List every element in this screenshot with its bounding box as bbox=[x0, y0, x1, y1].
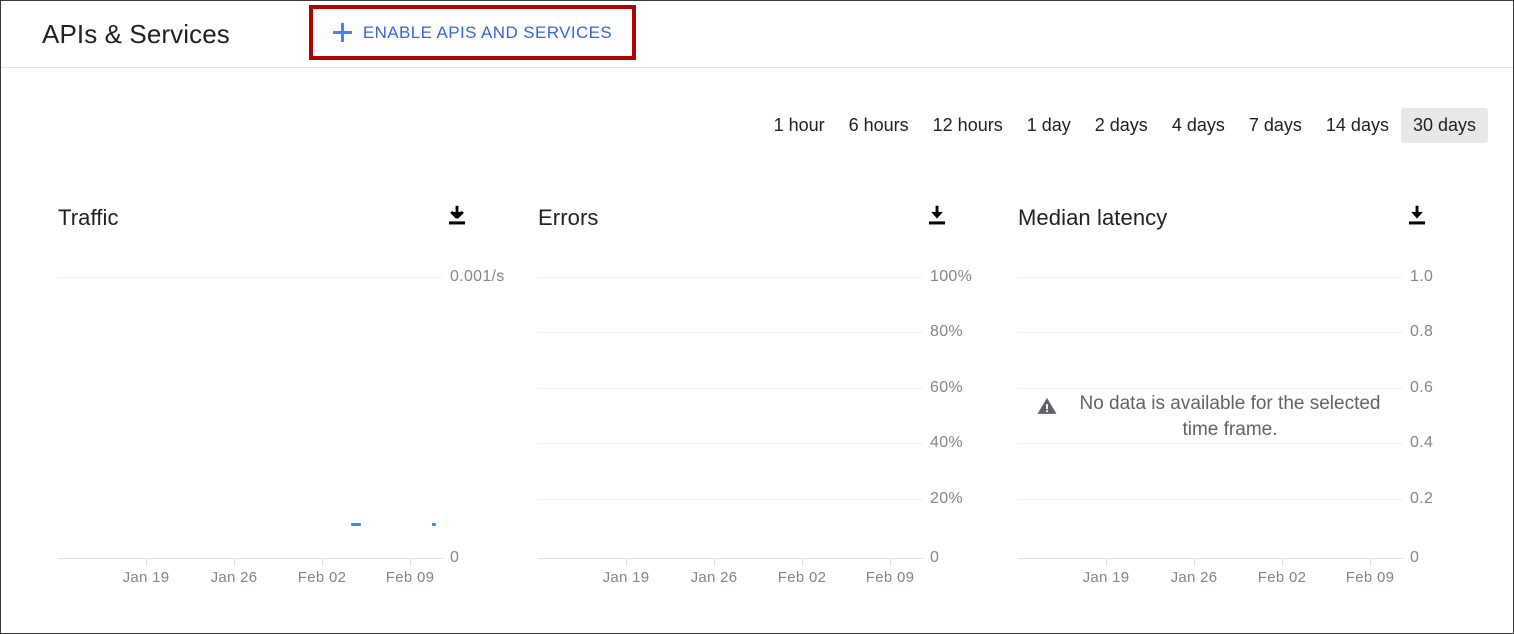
x-tick-label: Feb 02 bbox=[778, 569, 827, 586]
download-icon[interactable] bbox=[444, 203, 470, 229]
errors-chart-title: Errors bbox=[538, 205, 599, 231]
time-range-selector: 1 hour 6 hours 12 hours 1 day 2 days 4 d… bbox=[762, 108, 1488, 143]
time-range-option-30-days[interactable]: 30 days bbox=[1401, 108, 1488, 143]
y-tick-label: 0 bbox=[1410, 549, 1419, 567]
time-range-option-1-day[interactable]: 1 day bbox=[1015, 108, 1083, 143]
gridline bbox=[538, 277, 923, 278]
gridline bbox=[58, 277, 443, 278]
median-latency-plot-area: 1.0 0.8 0.6 0.4 0.2 0 Jan 19 Jan 26 Feb … bbox=[1018, 277, 1403, 559]
x-tick-mark bbox=[234, 559, 235, 566]
x-tick-label: Feb 02 bbox=[1258, 569, 1307, 586]
page-header: APIs & Services ENABLE APIS AND SERVICES bbox=[1, 1, 1513, 68]
x-tick-label: Feb 09 bbox=[386, 569, 435, 586]
x-tick-label: Jan 19 bbox=[603, 569, 650, 586]
x-tick-mark bbox=[410, 559, 411, 566]
y-tick-label: 0.001/s bbox=[450, 268, 505, 286]
gridline bbox=[538, 332, 923, 333]
gridline bbox=[538, 443, 923, 444]
x-tick-label: Feb 09 bbox=[866, 569, 915, 586]
y-tick-label: 0.2 bbox=[1410, 490, 1433, 508]
enable-apis-highlight-box: ENABLE APIS AND SERVICES bbox=[309, 5, 636, 60]
x-axis-line bbox=[58, 558, 443, 559]
y-tick-label: 0.6 bbox=[1410, 379, 1433, 397]
y-tick-label: 100% bbox=[930, 268, 972, 286]
gridline bbox=[1018, 277, 1403, 278]
gridline bbox=[538, 499, 923, 500]
traffic-plot-area: 0.001/s 0 Jan 19 Jan 26 Feb 02 Feb 09 bbox=[58, 277, 443, 559]
time-range-option-6-hours[interactable]: 6 hours bbox=[837, 108, 921, 143]
gridline bbox=[1018, 332, 1403, 333]
gridline bbox=[538, 388, 923, 389]
median-latency-chart-title: Median latency bbox=[1018, 205, 1167, 231]
time-range-option-1-hour[interactable]: 1 hour bbox=[762, 108, 837, 143]
page-title: APIs & Services bbox=[42, 19, 230, 50]
x-tick-mark bbox=[714, 559, 715, 566]
y-tick-label: 0.4 bbox=[1410, 434, 1433, 452]
download-icon[interactable] bbox=[924, 203, 950, 229]
warning-triangle-icon bbox=[1036, 395, 1058, 417]
x-tick-mark bbox=[890, 559, 891, 566]
y-tick-label: 0.8 bbox=[1410, 323, 1433, 341]
enable-apis-button-label: ENABLE APIS AND SERVICES bbox=[363, 23, 612, 43]
x-tick-mark bbox=[802, 559, 803, 566]
time-range-option-2-days[interactable]: 2 days bbox=[1083, 108, 1160, 143]
gridline bbox=[1018, 443, 1403, 444]
x-tick-mark bbox=[1106, 559, 1107, 566]
no-data-message: No data is available for the selected ti… bbox=[1028, 389, 1398, 443]
x-tick-label: Jan 19 bbox=[1083, 569, 1130, 586]
time-range-option-4-days[interactable]: 4 days bbox=[1160, 108, 1237, 143]
y-tick-label: 0 bbox=[450, 549, 459, 567]
x-tick-mark bbox=[322, 559, 323, 566]
x-tick-mark bbox=[1370, 559, 1371, 566]
time-range-option-7-days[interactable]: 7 days bbox=[1237, 108, 1314, 143]
apis-services-page: APIs & Services ENABLE APIS AND SERVICES… bbox=[0, 0, 1514, 634]
time-range-option-14-days[interactable]: 14 days bbox=[1314, 108, 1401, 143]
x-tick-label: Jan 26 bbox=[1171, 569, 1218, 586]
y-tick-label: 1.0 bbox=[1410, 268, 1433, 286]
y-tick-label: 20% bbox=[930, 490, 963, 508]
enable-apis-and-services-button[interactable]: ENABLE APIS AND SERVICES bbox=[313, 9, 632, 56]
data-point-marker bbox=[432, 523, 436, 526]
data-point-marker bbox=[351, 523, 361, 526]
x-tick-mark bbox=[1282, 559, 1283, 566]
errors-plot-area: 100% 80% 60% 40% 20% 0 Jan 19 Jan 26 Feb… bbox=[538, 277, 923, 559]
x-tick-label: Jan 26 bbox=[211, 569, 258, 586]
x-tick-label: Jan 26 bbox=[691, 569, 738, 586]
x-tick-mark bbox=[626, 559, 627, 566]
download-icon[interactable] bbox=[1404, 203, 1430, 229]
median-latency-chart-card: Median latency 1.0 0.8 0.6 0.4 0. bbox=[1002, 191, 1482, 611]
x-axis-line bbox=[1018, 558, 1403, 559]
y-tick-label: 0 bbox=[930, 549, 939, 567]
x-tick-label: Jan 19 bbox=[123, 569, 170, 586]
time-range-option-12-hours[interactable]: 12 hours bbox=[921, 108, 1015, 143]
no-data-message-text: No data is available for the selected ti… bbox=[1070, 391, 1390, 443]
traffic-chart-title: Traffic bbox=[58, 205, 119, 231]
plus-icon bbox=[333, 23, 352, 42]
x-tick-label: Feb 02 bbox=[298, 569, 347, 586]
charts-row: Traffic 0.001/s 0 Jan 19 Jan 26 bbox=[1, 191, 1513, 611]
gridline bbox=[1018, 499, 1403, 500]
x-tick-mark bbox=[146, 559, 147, 566]
x-axis-line bbox=[538, 558, 923, 559]
x-tick-label: Feb 09 bbox=[1346, 569, 1395, 586]
x-tick-mark bbox=[1194, 559, 1195, 566]
y-tick-label: 60% bbox=[930, 379, 963, 397]
y-tick-label: 40% bbox=[930, 434, 963, 452]
y-tick-label: 80% bbox=[930, 323, 963, 341]
traffic-chart-card: Traffic 0.001/s 0 Jan 19 Jan 26 bbox=[42, 191, 522, 611]
errors-chart-card: Errors 100% 80% 60% 40% 20% bbox=[522, 191, 1002, 611]
